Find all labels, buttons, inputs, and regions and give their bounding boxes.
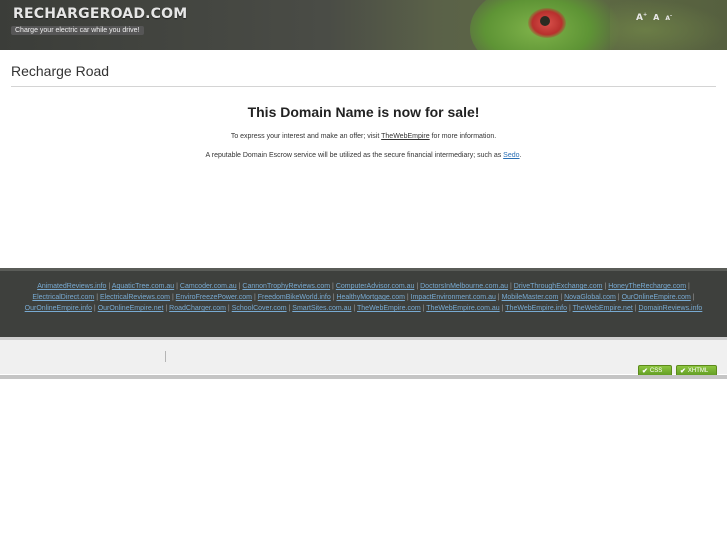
- escrow-text: A reputable Domain Escrow service will b…: [0, 152, 727, 159]
- heading-divider: [11, 86, 716, 87]
- offer-text-before: To express your interest and make an off…: [230, 133, 382, 140]
- network-link[interactable]: SchoolCover.com: [232, 305, 287, 312]
- sale-headline: This Domain Name is now for sale!: [247, 104, 480, 120]
- footer-divider: [165, 351, 166, 362]
- header-frog-eye: [540, 16, 550, 26]
- network-link[interactable]: CannonTrophyReviews.com: [242, 283, 330, 290]
- check-icon: ✔: [642, 368, 648, 375]
- network-link[interactable]: OurOnlineEmpire.net: [98, 305, 164, 312]
- network-link[interactable]: OurOnlineEmpire.com: [622, 294, 691, 301]
- header-leaf-image: [610, 0, 727, 50]
- footer-bottom-rule: [0, 375, 727, 379]
- sedo-link[interactable]: Sedo: [503, 152, 519, 159]
- site-tagline: Charge your electric car while you drive…: [11, 26, 144, 35]
- link-separator: |: [686, 283, 690, 290]
- network-link[interactable]: RoadCharger.com: [169, 305, 226, 312]
- network-link[interactable]: ComputerAdvisor.com.au: [336, 283, 415, 290]
- network-links-list: AnimatedReviews.info | AquaticTree.com.a…: [6, 281, 721, 314]
- footer: [0, 340, 727, 374]
- network-link[interactable]: ElectricalDirect.com: [32, 294, 94, 301]
- network-link[interactable]: TheWebEmpire.info: [505, 305, 567, 312]
- network-link[interactable]: DomainReviews.info: [639, 305, 703, 312]
- site-title[interactable]: RECHARGEROAD.COM: [13, 6, 187, 22]
- network-link[interactable]: DriveThroughExchange.com: [514, 283, 603, 290]
- font-size-controls: A+ A A-: [636, 12, 672, 23]
- network-link[interactable]: MobileMaster.com: [502, 294, 559, 301]
- network-link[interactable]: SmartSites.com.au: [292, 305, 351, 312]
- check-icon: ✔: [680, 368, 686, 375]
- network-link[interactable]: ElectricalReviews.com: [100, 294, 170, 301]
- link-separator: |: [690, 294, 695, 301]
- xhtml-badge-label: XHTML: [687, 368, 709, 374]
- network-link[interactable]: AquaticTree.com.au: [112, 283, 174, 290]
- thewebempire-link[interactable]: TheWebEmpire: [381, 133, 430, 140]
- network-link[interactable]: ImpactEnvironment.com.au: [411, 294, 496, 301]
- site-header: RECHARGEROAD.COM Charge your electric ca…: [0, 0, 727, 50]
- escrow-text-before: A reputable Domain Escrow service will b…: [205, 152, 504, 159]
- network-link[interactable]: Camcoder.com.au: [180, 283, 237, 290]
- reset-font-button[interactable]: A: [653, 13, 659, 22]
- network-links-band: AnimatedReviews.info | AquaticTree.com.a…: [0, 268, 727, 337]
- network-link[interactable]: TheWebEmpire.net: [573, 305, 633, 312]
- network-link[interactable]: OurOnlineEmpire.info: [25, 305, 92, 312]
- network-link[interactable]: AnimatedReviews.info: [37, 283, 106, 290]
- escrow-text-after: .: [519, 152, 522, 159]
- offer-text-after: for more information.: [429, 133, 497, 140]
- page-title: Recharge Road: [11, 63, 110, 79]
- network-link[interactable]: NovaGlobal.com: [564, 294, 616, 301]
- network-link[interactable]: EnviroFreezePower.com: [176, 294, 252, 301]
- network-link[interactable]: HealthyMortgage.com: [336, 294, 404, 301]
- increase-font-label: A: [636, 13, 643, 23]
- css-badge-label: CSS: [649, 368, 663, 374]
- network-link[interactable]: DoctorsInMelbourne.com.au: [420, 283, 508, 290]
- network-link[interactable]: TheWebEmpire.com: [357, 305, 421, 312]
- decrease-font-button[interactable]: A-: [665, 13, 672, 22]
- network-link[interactable]: TheWebEmpire.com.au: [426, 305, 499, 312]
- network-link[interactable]: HoneyTheRecharge.com: [608, 283, 686, 290]
- offer-text: To express your interest and make an off…: [0, 133, 727, 140]
- network-link[interactable]: FreedomBikeWorld.info: [258, 294, 331, 301]
- increase-font-button[interactable]: A+: [636, 12, 647, 23]
